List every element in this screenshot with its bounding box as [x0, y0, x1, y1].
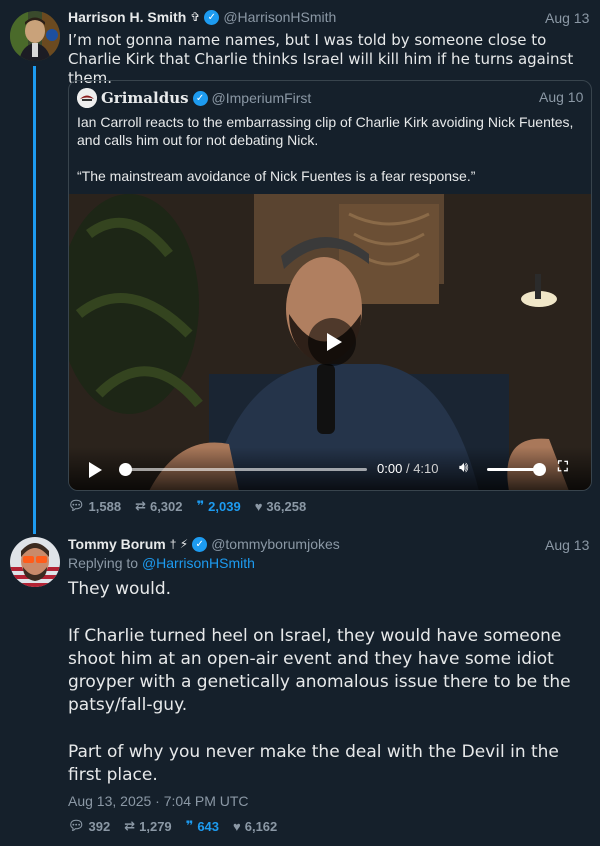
reply-count-value: 392 — [88, 818, 111, 834]
comment-icon: 💬︎ — [68, 498, 85, 513]
thread-connector-line — [33, 66, 36, 534]
verified-badge-icon: ✓ — [204, 9, 220, 25]
tweet-date[interactable]: Aug 13 — [545, 537, 589, 553]
reply-count-value: 1,588 — [88, 498, 122, 514]
tweet-text: They would. If Charlie turned heel on Is… — [68, 578, 594, 811]
tweet1-header: Harrison H. Smith ✞ ✓ @HarrisonHSmith — [68, 9, 336, 25]
tweet2-header: Tommy Borum † ⚡ ✓ @tommyborumjokes — [68, 536, 340, 552]
volume-knob[interactable] — [533, 463, 546, 476]
fullscreen-icon[interactable]: ⛶ — [558, 458, 568, 475]
heart-icon: ♥ — [233, 818, 241, 834]
replying-to-link[interactable]: @HarrisonHSmith — [142, 555, 255, 571]
reply-count[interactable]: 💬︎ 1,588 — [68, 498, 121, 514]
tweet-paragraph: If Charlie turned heel on Israel, they w… — [68, 625, 571, 716]
grimaldus-avatar — [77, 88, 97, 108]
quote-count-value: 643 — [197, 818, 220, 834]
author-emoji: ✞ — [190, 10, 201, 24]
like-count-value: 6,162 — [244, 818, 278, 834]
video-time: 0:00 / 4:10 — [377, 461, 439, 476]
play-icon[interactable] — [89, 462, 102, 478]
tweet2-stats: 💬︎ 392 ⇄ 1,279 ❞ 643 ♥ 6,162 — [68, 818, 277, 834]
video-controls: 0:00 / 4:10 🔊︎ ⛶ — [69, 447, 591, 490]
tweet-paragraph: Part of why you never make the deal with… — [68, 742, 559, 786]
author-emoji: † ⚡ — [169, 537, 189, 551]
tweet-timestamp[interactable]: Aug 13, 2025 · 7:04 PM UTC — [68, 793, 249, 809]
retweet-count[interactable]: ⇄ 6,302 — [135, 498, 182, 514]
retweet-icon: ⇄ — [135, 498, 146, 513]
quote-count[interactable]: ❞ 2,039 — [197, 498, 241, 514]
heart-icon: ♥ — [254, 498, 263, 514]
quote-count-value: 2,039 — [208, 498, 241, 514]
volume-slider[interactable] — [487, 463, 546, 476]
replying-label: Replying to — [68, 555, 139, 571]
author-name[interactable]: Tommy Borum — [68, 536, 166, 552]
harrison-avatar[interactable] — [10, 11, 60, 61]
author-handle[interactable]: @tommyborumjokes — [211, 536, 340, 552]
center-play-button[interactable] — [308, 318, 356, 366]
quoted-paragraph: “The mainstream avoidance of Nick Fuente… — [77, 168, 476, 184]
author-name[interactable]: Harrison H. Smith — [68, 9, 186, 25]
quoted-author-name[interactable]: Grimaldus — [101, 89, 189, 107]
duration: 4:10 — [413, 461, 439, 476]
retweet-count-value: 6,302 — [149, 498, 183, 514]
like-count[interactable]: ♥ 6,162 — [233, 818, 277, 834]
quoted-author-handle[interactable]: @ImperiumFirst — [212, 90, 312, 106]
current-time: 0:00 — [377, 461, 403, 476]
quote-icon: ❞ — [196, 498, 205, 513]
verified-badge-icon: ✓ — [192, 536, 208, 552]
like-count-value: 36,258 — [266, 498, 307, 514]
reply-count[interactable]: 💬︎ 392 — [68, 818, 110, 834]
quoted-paragraph: Ian Carroll reacts to the embarrassing c… — [77, 114, 574, 148]
author-handle[interactable]: @HarrisonHSmith — [223, 9, 336, 25]
video-player[interactable]: 0:00 / 4:10 🔊︎ ⛶ — [69, 194, 591, 490]
tweet-date[interactable]: Aug 13 — [545, 10, 589, 26]
tommy-avatar[interactable] — [10, 537, 60, 587]
quoted-header: Grimaldus ✓ @ImperiumFirst — [77, 88, 311, 108]
retweet-count[interactable]: ⇄ 1,279 — [124, 818, 171, 834]
quote-count[interactable]: ❞ 643 — [186, 818, 219, 834]
quoted-text: Ian Carroll reacts to the embarrassing c… — [77, 113, 582, 203]
seek-bar[interactable] — [119, 463, 367, 476]
like-count[interactable]: ♥ 36,258 — [255, 498, 306, 514]
tweet1-stats: 💬︎ 1,588 ⇄ 6,302 ❞ 2,039 ♥ 36,258 — [68, 498, 306, 514]
retweet-icon: ⇄ — [124, 818, 136, 833]
time-separator: / — [405, 461, 410, 476]
replying-to: Replying to @HarrisonHSmith — [68, 555, 255, 571]
retweet-count-value: 1,279 — [139, 818, 172, 834]
tweet-paragraph: They would. — [68, 579, 172, 599]
quoted-tweet[interactable]: Grimaldus ✓ @ImperiumFirst Aug 10 Ian Ca… — [68, 80, 592, 491]
quoted-date[interactable]: Aug 10 — [539, 89, 583, 105]
volume-icon[interactable]: 🔊︎ — [459, 459, 468, 476]
seek-knob[interactable] — [119, 463, 132, 476]
comment-icon: 💬︎ — [68, 818, 85, 833]
quote-icon: ❞ — [185, 818, 194, 833]
verified-badge-icon: ✓ — [192, 90, 208, 106]
